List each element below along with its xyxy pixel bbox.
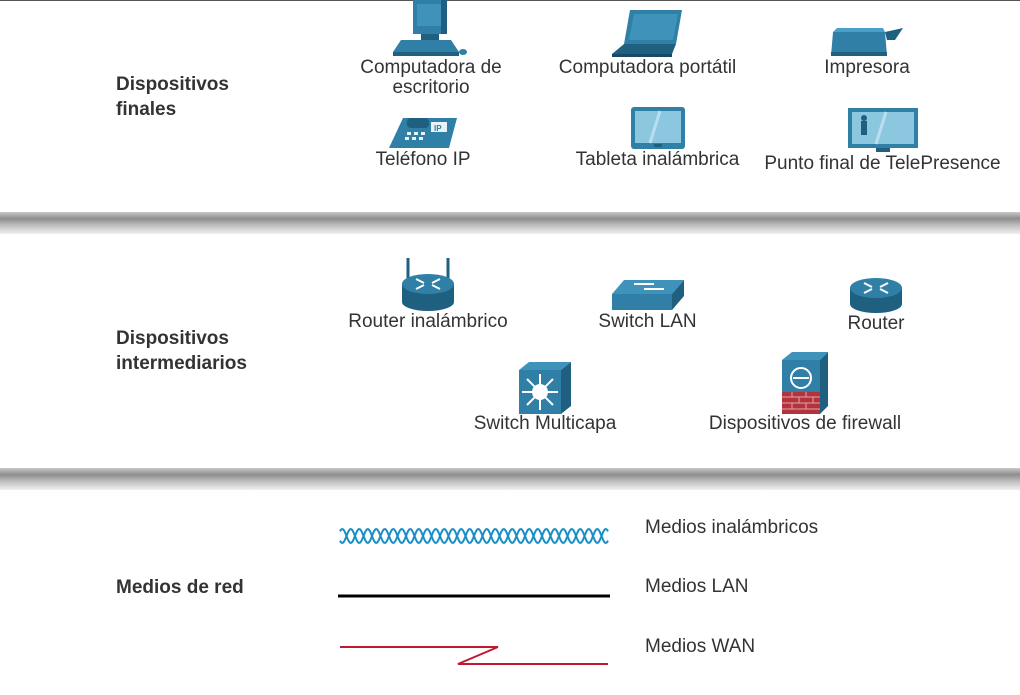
ip-phone-icon: IP: [389, 118, 457, 148]
wan-media-label: Medios WAN: [645, 636, 756, 657]
wireless-router-label: Router inalámbrico: [348, 311, 508, 332]
router-icon: [850, 278, 902, 313]
desktop-label-line1: Computadora de: [360, 57, 502, 78]
wireless-media-label: Medios inalámbricos: [645, 517, 819, 538]
laptop[interactable]: Computadora portátil: [545, 8, 750, 78]
telepresence-label: Punto final de TelePresence: [764, 153, 1001, 174]
wireless-router[interactable]: Router inalámbrico: [333, 256, 523, 332]
firewall-icon: [782, 352, 828, 414]
multilayer-switch-icon: [519, 362, 571, 414]
ip-phone-label: Teléfono IP: [375, 149, 471, 170]
tablet-icon: [630, 107, 685, 149]
desktop-label-line2: escritorio: [392, 77, 470, 98]
lan-media-line: [338, 594, 610, 598]
multilayer-switch[interactable]: Switch Multicapa: [460, 362, 630, 434]
ip-phone[interactable]: IP Teléfono IP: [363, 114, 483, 170]
printer[interactable]: Impresora: [805, 26, 929, 78]
wireless-router-icon: [402, 258, 454, 311]
lan-media-label: Medios LAN: [645, 576, 749, 597]
router[interactable]: Router: [826, 276, 926, 334]
laptop-icon: [611, 10, 682, 57]
desktop-computer[interactable]: Computadora de escritorio: [346, 0, 516, 98]
svg-text:IP: IP: [434, 124, 442, 133]
multilayer-switch-label: Switch Multicapa: [473, 413, 617, 434]
lan-switch-icon: [611, 280, 684, 310]
telepresence[interactable]: Punto final de TelePresence: [755, 106, 1010, 174]
network-media-title: Medios de red: [116, 577, 244, 598]
tablet-label: Tableta inalámbrica: [575, 149, 740, 170]
laptop-label: Computadora portátil: [558, 57, 737, 78]
router-label: Router: [847, 313, 905, 334]
telepresence-icon: [847, 108, 918, 152]
lan-switch[interactable]: Switch LAN: [585, 278, 710, 332]
section-divider-1: [0, 212, 1020, 234]
intermediate-devices-title: Dispositivos intermediarios: [116, 328, 247, 374]
firewall[interactable]: Dispositivos de firewall: [695, 352, 915, 434]
end-devices-title: Dispositivos finales: [116, 74, 229, 120]
printer-label: Impresora: [824, 57, 910, 78]
printer-icon: [831, 28, 903, 56]
lan-switch-label: Switch LAN: [598, 311, 697, 332]
wan-media-line: [340, 646, 608, 665]
firewall-label: Dispositivos de firewall: [708, 413, 902, 434]
section-divider-2: [0, 468, 1020, 490]
wireless-media-line: [339, 527, 609, 545]
tablet[interactable]: Tableta inalámbrica: [565, 106, 750, 170]
desktop-computer-icon: [393, 0, 467, 56]
